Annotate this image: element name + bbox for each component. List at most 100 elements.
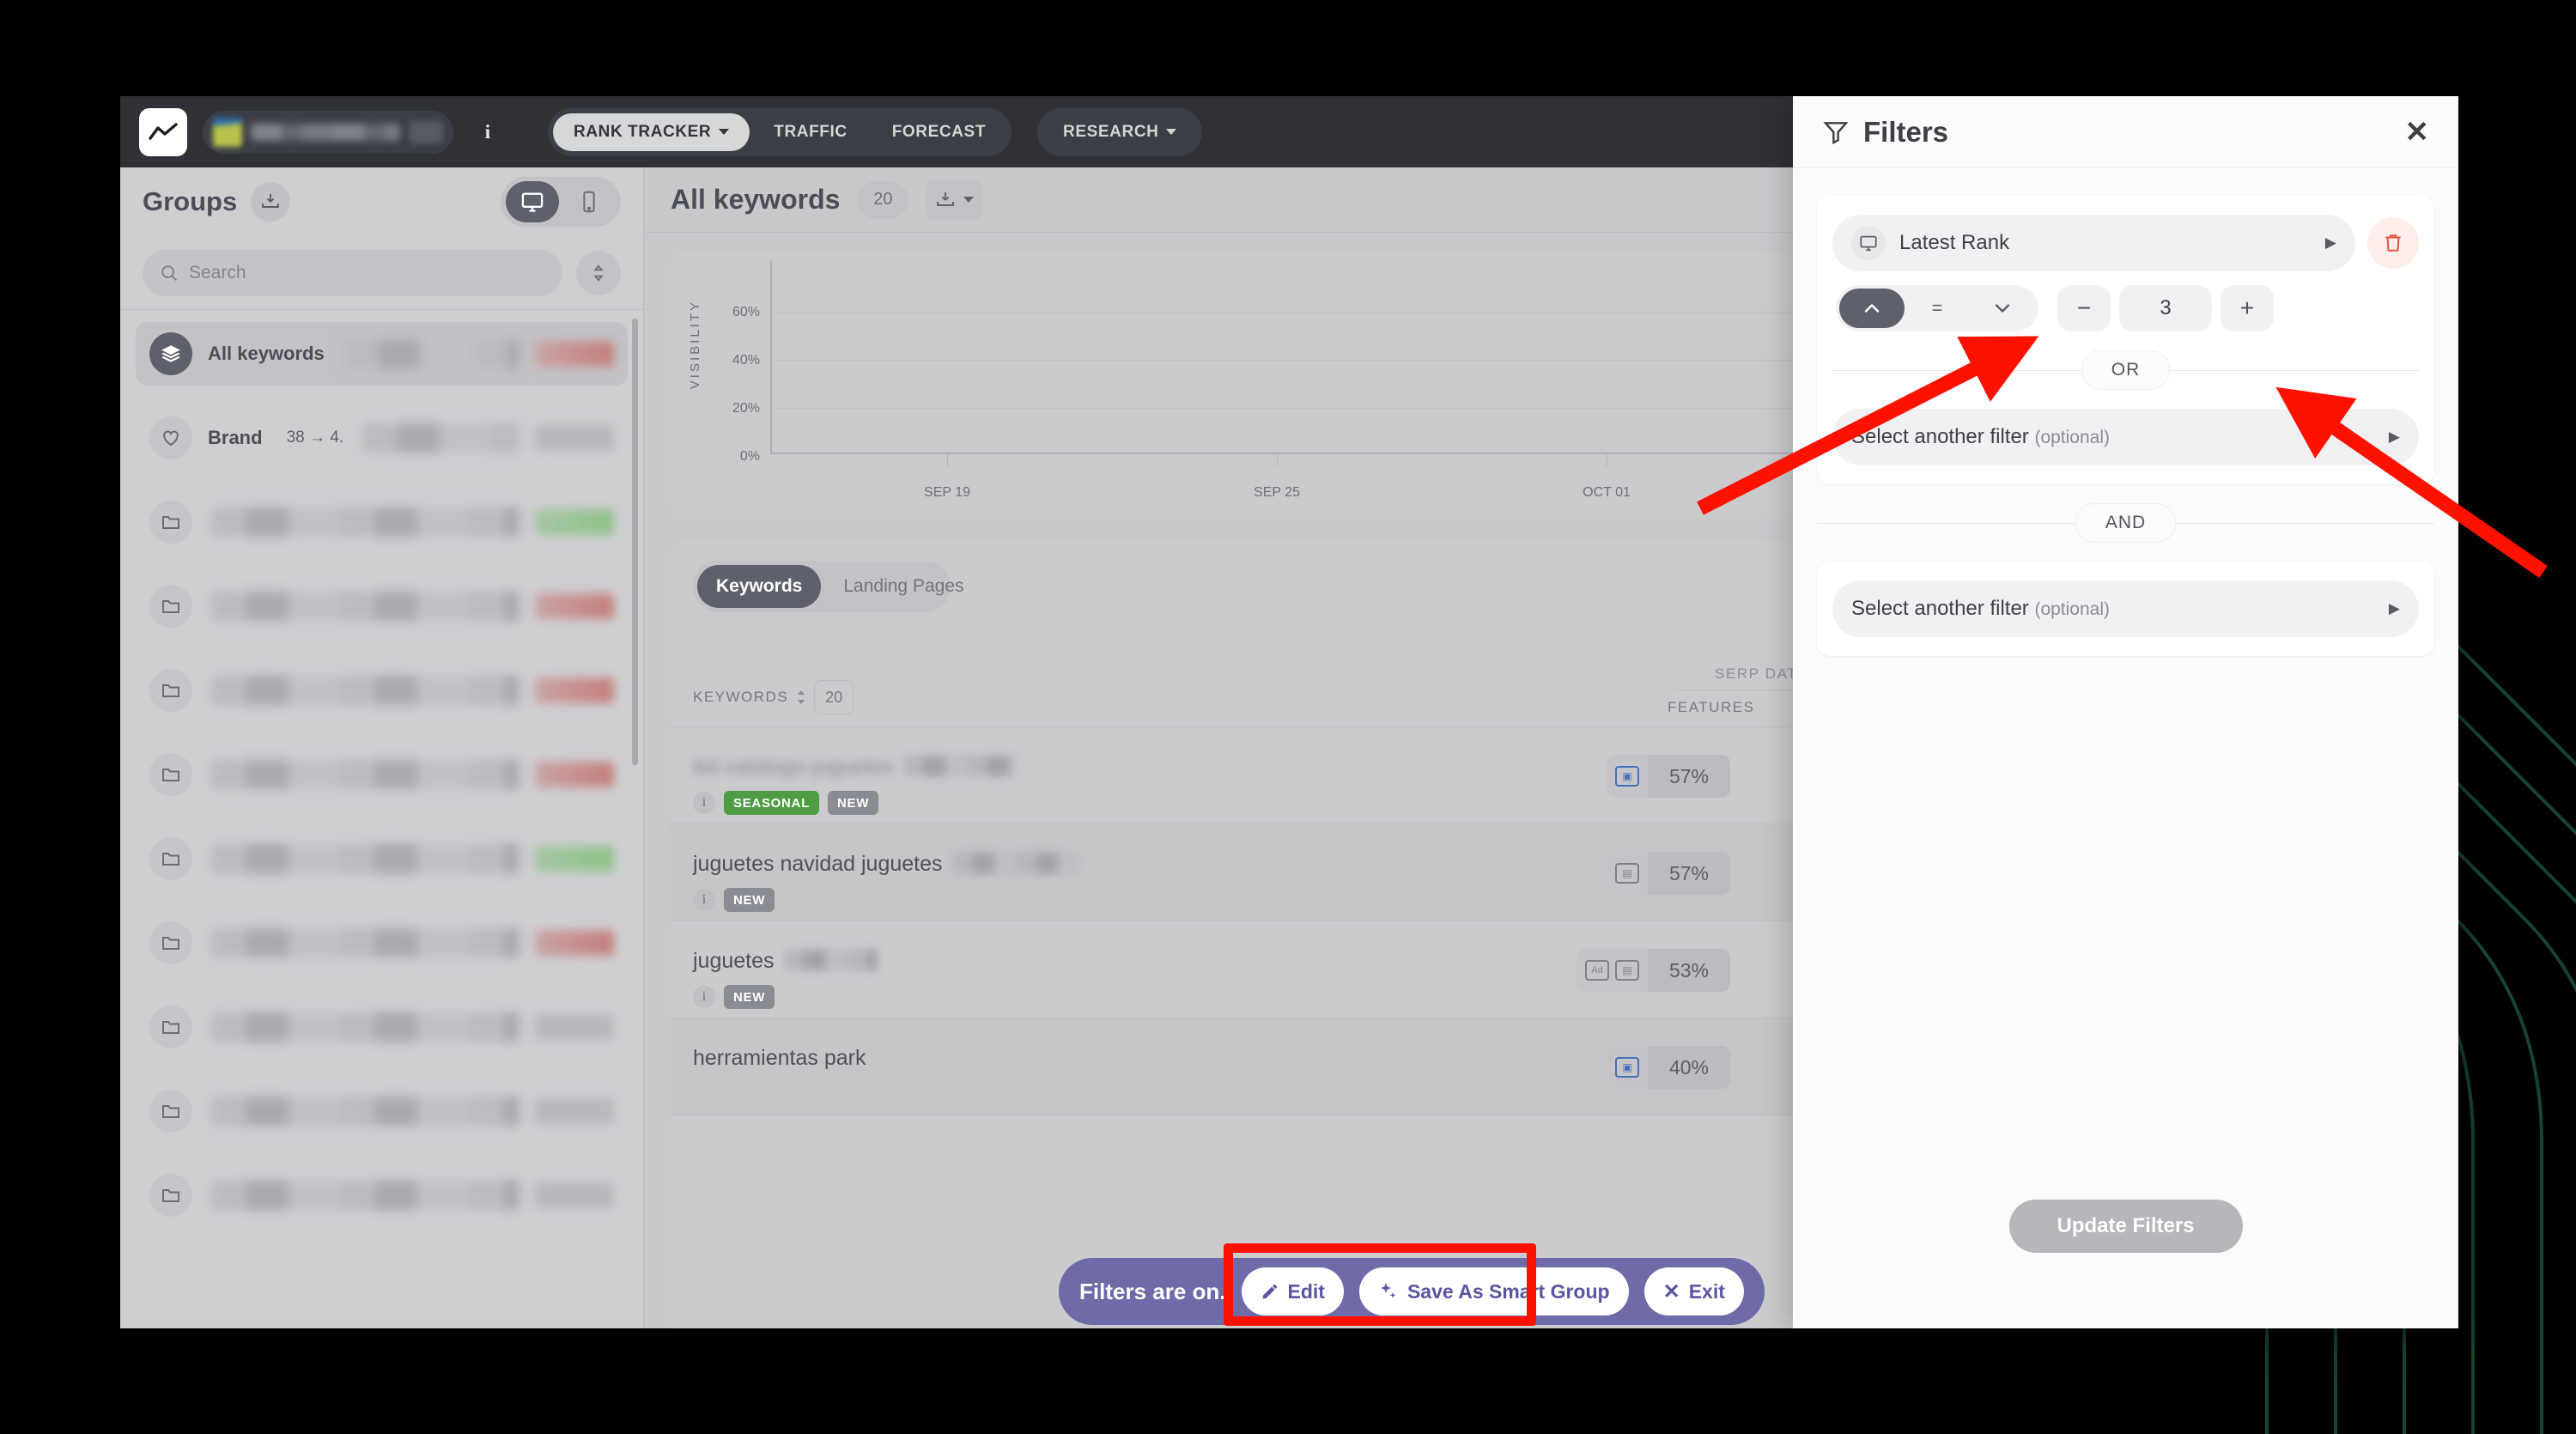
tab-rank-tracker[interactable]: RANK TRACKER — [553, 112, 750, 151]
serp-ctr-cell: Ad ▤ 53% — [1577, 949, 1730, 992]
select-filter-optional: (optional) — [2034, 428, 2111, 447]
image-blue-icon: ▣ — [1615, 766, 1639, 787]
operator-greater-than[interactable] — [1970, 289, 2035, 328]
conjunction-and-label[interactable]: AND — [2075, 503, 2177, 543]
tab-landing-pages-label: Landing Pages — [843, 576, 964, 596]
ctr-value: 57% — [1648, 755, 1730, 798]
export-dropdown-button[interactable] — [926, 179, 983, 220]
stepper-increment[interactable]: + — [2221, 285, 2274, 331]
delete-filter-button[interactable] — [2367, 217, 2419, 269]
search-input[interactable]: Search — [143, 249, 562, 296]
operator-equals[interactable]: = — [1905, 289, 1970, 328]
tab-forecast-label: FORECAST — [891, 122, 987, 141]
sidebar-scrollbar[interactable] — [632, 319, 638, 765]
download-tray-icon[interactable] — [251, 182, 291, 222]
keyword-badges: i NEW — [693, 888, 775, 912]
operator-less-than[interactable] — [1839, 289, 1905, 328]
list-item[interactable] — [136, 743, 628, 806]
device-toggle-desktop[interactable] — [506, 181, 559, 222]
close-icon[interactable]: ✕ — [2405, 115, 2430, 149]
keyword-count-input[interactable]: 20 — [814, 680, 854, 714]
column-header-keywords[interactable]: KEYWORDS 20 — [693, 680, 854, 714]
serp-features: ▣ — [1607, 755, 1648, 798]
info-icon[interactable]: i — [472, 117, 503, 148]
chevron-right-icon: ▶ — [2388, 428, 2400, 445]
sidebar-header: Groups — [120, 167, 643, 236]
list-item[interactable] — [136, 995, 628, 1059]
group-name-redacted — [211, 1012, 519, 1042]
folder-icon — [149, 753, 192, 796]
desktop-icon — [1851, 226, 1886, 260]
folder-icon — [149, 921, 192, 964]
group-delta-indicator — [535, 930, 614, 956]
device-toggle-mobile[interactable] — [562, 181, 616, 222]
list-item[interactable] — [136, 490, 628, 554]
select-filter-optional: (optional) — [2034, 599, 2111, 619]
list-item[interactable] — [136, 1164, 628, 1227]
group-delta-indicator — [535, 593, 614, 619]
exit-filters-button[interactable]: ✕ Exit — [1643, 1267, 1744, 1316]
value-stepper: − 3 + — [2057, 285, 2274, 331]
keyword-redacted — [785, 950, 878, 970]
serp-ctr-cell: ▣ 40% — [1607, 1046, 1730, 1089]
info-icon[interactable]: i — [693, 986, 715, 1008]
tab-traffic[interactable]: TRAFFIC — [753, 113, 867, 151]
keyword-text: herramientas park — [693, 1046, 866, 1071]
tab-forecast[interactable]: FORECAST — [872, 113, 1006, 151]
divider — [1817, 522, 2075, 524]
sidebar-item-brand[interactable]: Brand 38 → 4. — [136, 406, 628, 470]
divider — [1832, 369, 2081, 371]
column-header-keywords-label: KEYWORDS — [693, 689, 789, 705]
list-item[interactable] — [136, 574, 628, 638]
heart-icon — [149, 416, 192, 459]
select-filter-text: Select another filter — [1851, 597, 2029, 620]
research-tab-group: RESEARCH — [1037, 107, 1203, 156]
update-filters-button[interactable]: Update Filters — [2008, 1200, 2243, 1253]
keyword-label: ikit catalogo juguetes — [693, 755, 894, 779]
edit-filters-button[interactable]: Edit — [1241, 1267, 1344, 1316]
group-stats-redacted — [362, 423, 519, 453]
download-tray-icon — [937, 191, 955, 206]
stepper-value[interactable]: 3 — [2119, 285, 2212, 331]
tab-keywords[interactable]: Keywords — [697, 565, 822, 608]
sort-icon[interactable] — [576, 250, 621, 295]
serp-ctr-cell: ▣ 57% — [1607, 755, 1730, 798]
list-item[interactable] — [136, 911, 628, 975]
stepper-decrement[interactable]: − — [2057, 285, 2111, 331]
project-name-redacted — [251, 123, 400, 141]
layers-icon — [149, 332, 192, 375]
filter-latest-rank[interactable]: Latest Rank ▶ — [1832, 215, 2355, 271]
chart-y-axis-label: VISIBILITY — [688, 300, 702, 390]
column-header-features[interactable]: FEATURES — [1668, 699, 1754, 716]
list-item[interactable] — [136, 827, 628, 890]
group-name-redacted — [211, 676, 519, 705]
project-selector[interactable] — [203, 110, 453, 154]
list-item[interactable] — [136, 1079, 628, 1143]
conjunction-or-label[interactable]: OR — [2081, 350, 2171, 390]
select-another-filter-1[interactable]: Select another filter (optional) ▶ — [1832, 409, 2419, 465]
group-name-redacted — [211, 1181, 519, 1210]
sidebar-title: Groups — [143, 186, 238, 216]
pencil-icon — [1262, 1284, 1277, 1299]
info-icon[interactable]: i — [693, 889, 715, 911]
group-name-redacted — [211, 592, 519, 621]
tab-landing-pages[interactable]: Landing Pages — [824, 565, 982, 608]
status-badge: NEW — [827, 791, 879, 815]
project-thumbnail — [213, 117, 242, 147]
sidebar-item-all-keywords[interactable]: All keywords — [136, 322, 628, 386]
info-icon[interactable]: i — [693, 792, 715, 814]
folder-icon — [149, 501, 192, 544]
filters-active-toolbar: Filters are on. Edit Save As Smart Group… — [1059, 1258, 1765, 1325]
chart-y-tick: 40% — [732, 353, 760, 368]
filters-panel-title: Filters — [1863, 115, 1949, 148]
filter-group-2: Select another filter (optional) ▶ — [1817, 562, 2434, 656]
save-as-smart-group-button[interactable]: Save As Smart Group — [1358, 1267, 1629, 1316]
list-item[interactable] — [136, 659, 628, 722]
divider — [2170, 369, 2419, 371]
trash-icon — [2385, 234, 2401, 252]
select-another-filter-2[interactable]: Select another filter (optional) ▶ — [1832, 580, 2419, 637]
keyword-text: ikit catalogo juguetes — [693, 755, 1017, 780]
tab-research[interactable]: RESEARCH — [1042, 113, 1197, 151]
app-logo[interactable] — [139, 107, 187, 156]
filter-name-label: Latest Rank — [1899, 231, 2010, 254]
